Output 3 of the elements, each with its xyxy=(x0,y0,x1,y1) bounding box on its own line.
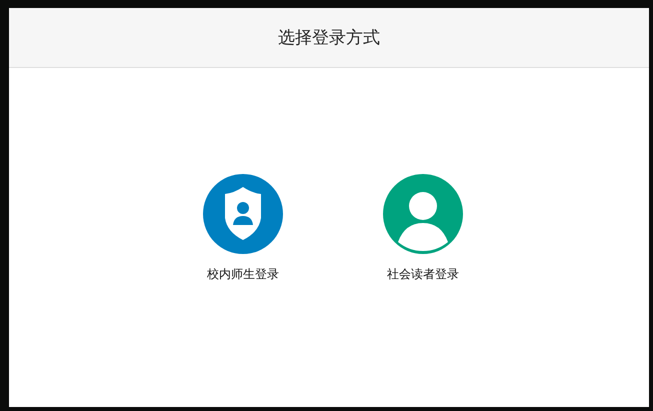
login-option[interactable]: 校内师生登录 xyxy=(197,174,289,283)
login-option[interactable]: 社会读者登录 xyxy=(377,174,469,283)
dialog-title: 选择登录方式 xyxy=(278,27,380,49)
